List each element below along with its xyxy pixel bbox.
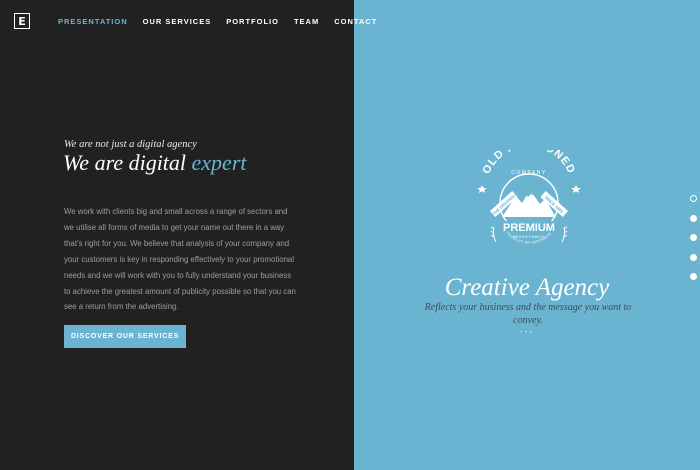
wheat-icon bbox=[561, 226, 568, 243]
logo-letter: E bbox=[18, 14, 26, 28]
nav-item-our-services[interactable]: OUR SERVICES bbox=[143, 17, 212, 26]
feature-title: Creative Agency bbox=[444, 274, 610, 301]
nav-item-presentation[interactable]: PRESENTATION bbox=[58, 17, 128, 26]
star-icon bbox=[571, 185, 581, 193]
badge-premium: PREMIUM bbox=[503, 222, 555, 234]
star-icon bbox=[477, 185, 487, 193]
discover-services-button[interactable]: DISCOVER OUR SERVICES bbox=[64, 325, 186, 348]
main-nav: PRESENTATION OUR SERVICES PORTFOLIO TEAM… bbox=[58, 17, 377, 26]
pagination-dot[interactable] bbox=[690, 253, 697, 261]
pagination-dot[interactable] bbox=[690, 273, 697, 280]
slide-pagination bbox=[690, 195, 697, 293]
old-fashioned-badge-logo: OLD FASHIONED COMPANY THE ORIGINAL SINCE… bbox=[477, 150, 581, 245]
pagination-dot[interactable] bbox=[690, 195, 697, 202]
logo[interactable]: E bbox=[14, 13, 30, 29]
wheat-icon bbox=[490, 226, 497, 243]
feature-divider: --- bbox=[520, 327, 534, 336]
hero-headline: We are digital expert bbox=[63, 150, 247, 176]
hero-tagline: We are not just a digital agency bbox=[64, 139, 197, 150]
headline-accent: expert bbox=[191, 150, 247, 175]
nav-item-contact[interactable]: CONTACT bbox=[334, 17, 377, 26]
nav-item-portfolio[interactable]: PORTFOLIO bbox=[226, 17, 279, 26]
pagination-dot[interactable] bbox=[690, 234, 697, 241]
nav-item-team[interactable]: TEAM bbox=[294, 17, 319, 26]
headline-main: We are digital bbox=[63, 150, 192, 175]
feature-description: Reflects your business and the message y… bbox=[424, 302, 632, 326]
badge-company: COMPANY bbox=[511, 170, 546, 176]
pagination-dot[interactable] bbox=[690, 214, 697, 222]
hero-body-text: We work with clients big and small acros… bbox=[64, 207, 296, 312]
